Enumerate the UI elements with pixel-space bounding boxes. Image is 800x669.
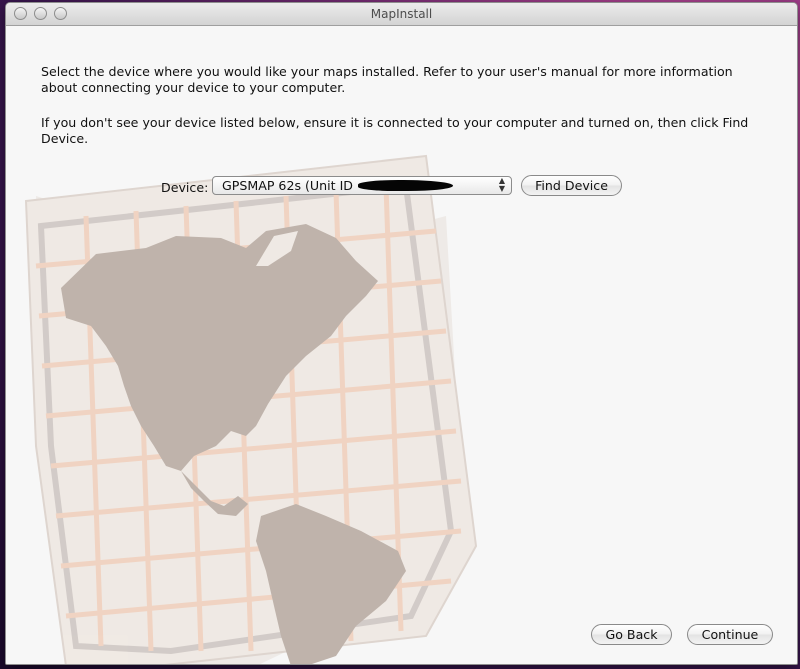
device-label: Device: [161,180,209,195]
device-select[interactable]: GPSMAP 62s (Unit ID ▲ ▼ [212,176,512,195]
device-select-value: GPSMAP 62s (Unit ID [222,178,353,193]
title-bar[interactable]: MapInstall [6,3,797,26]
mapinstall-window: MapInstall Select the device where you w… [5,2,798,665]
window-title: MapInstall [370,7,433,21]
find-device-button[interactable]: Find Device [521,175,622,196]
instruction-paragraph-1: Select the device where you would like y… [41,64,733,95]
go-back-button[interactable]: Go Back [591,624,672,645]
popup-arrows-icon: ▲ ▼ [498,176,505,193]
continue-button[interactable]: Continue [687,624,773,645]
redaction-mark [358,180,453,191]
window-content: Select the device where you would like y… [6,26,797,664]
instruction-paragraph-2: If you don't see your device listed belo… [41,115,749,146]
